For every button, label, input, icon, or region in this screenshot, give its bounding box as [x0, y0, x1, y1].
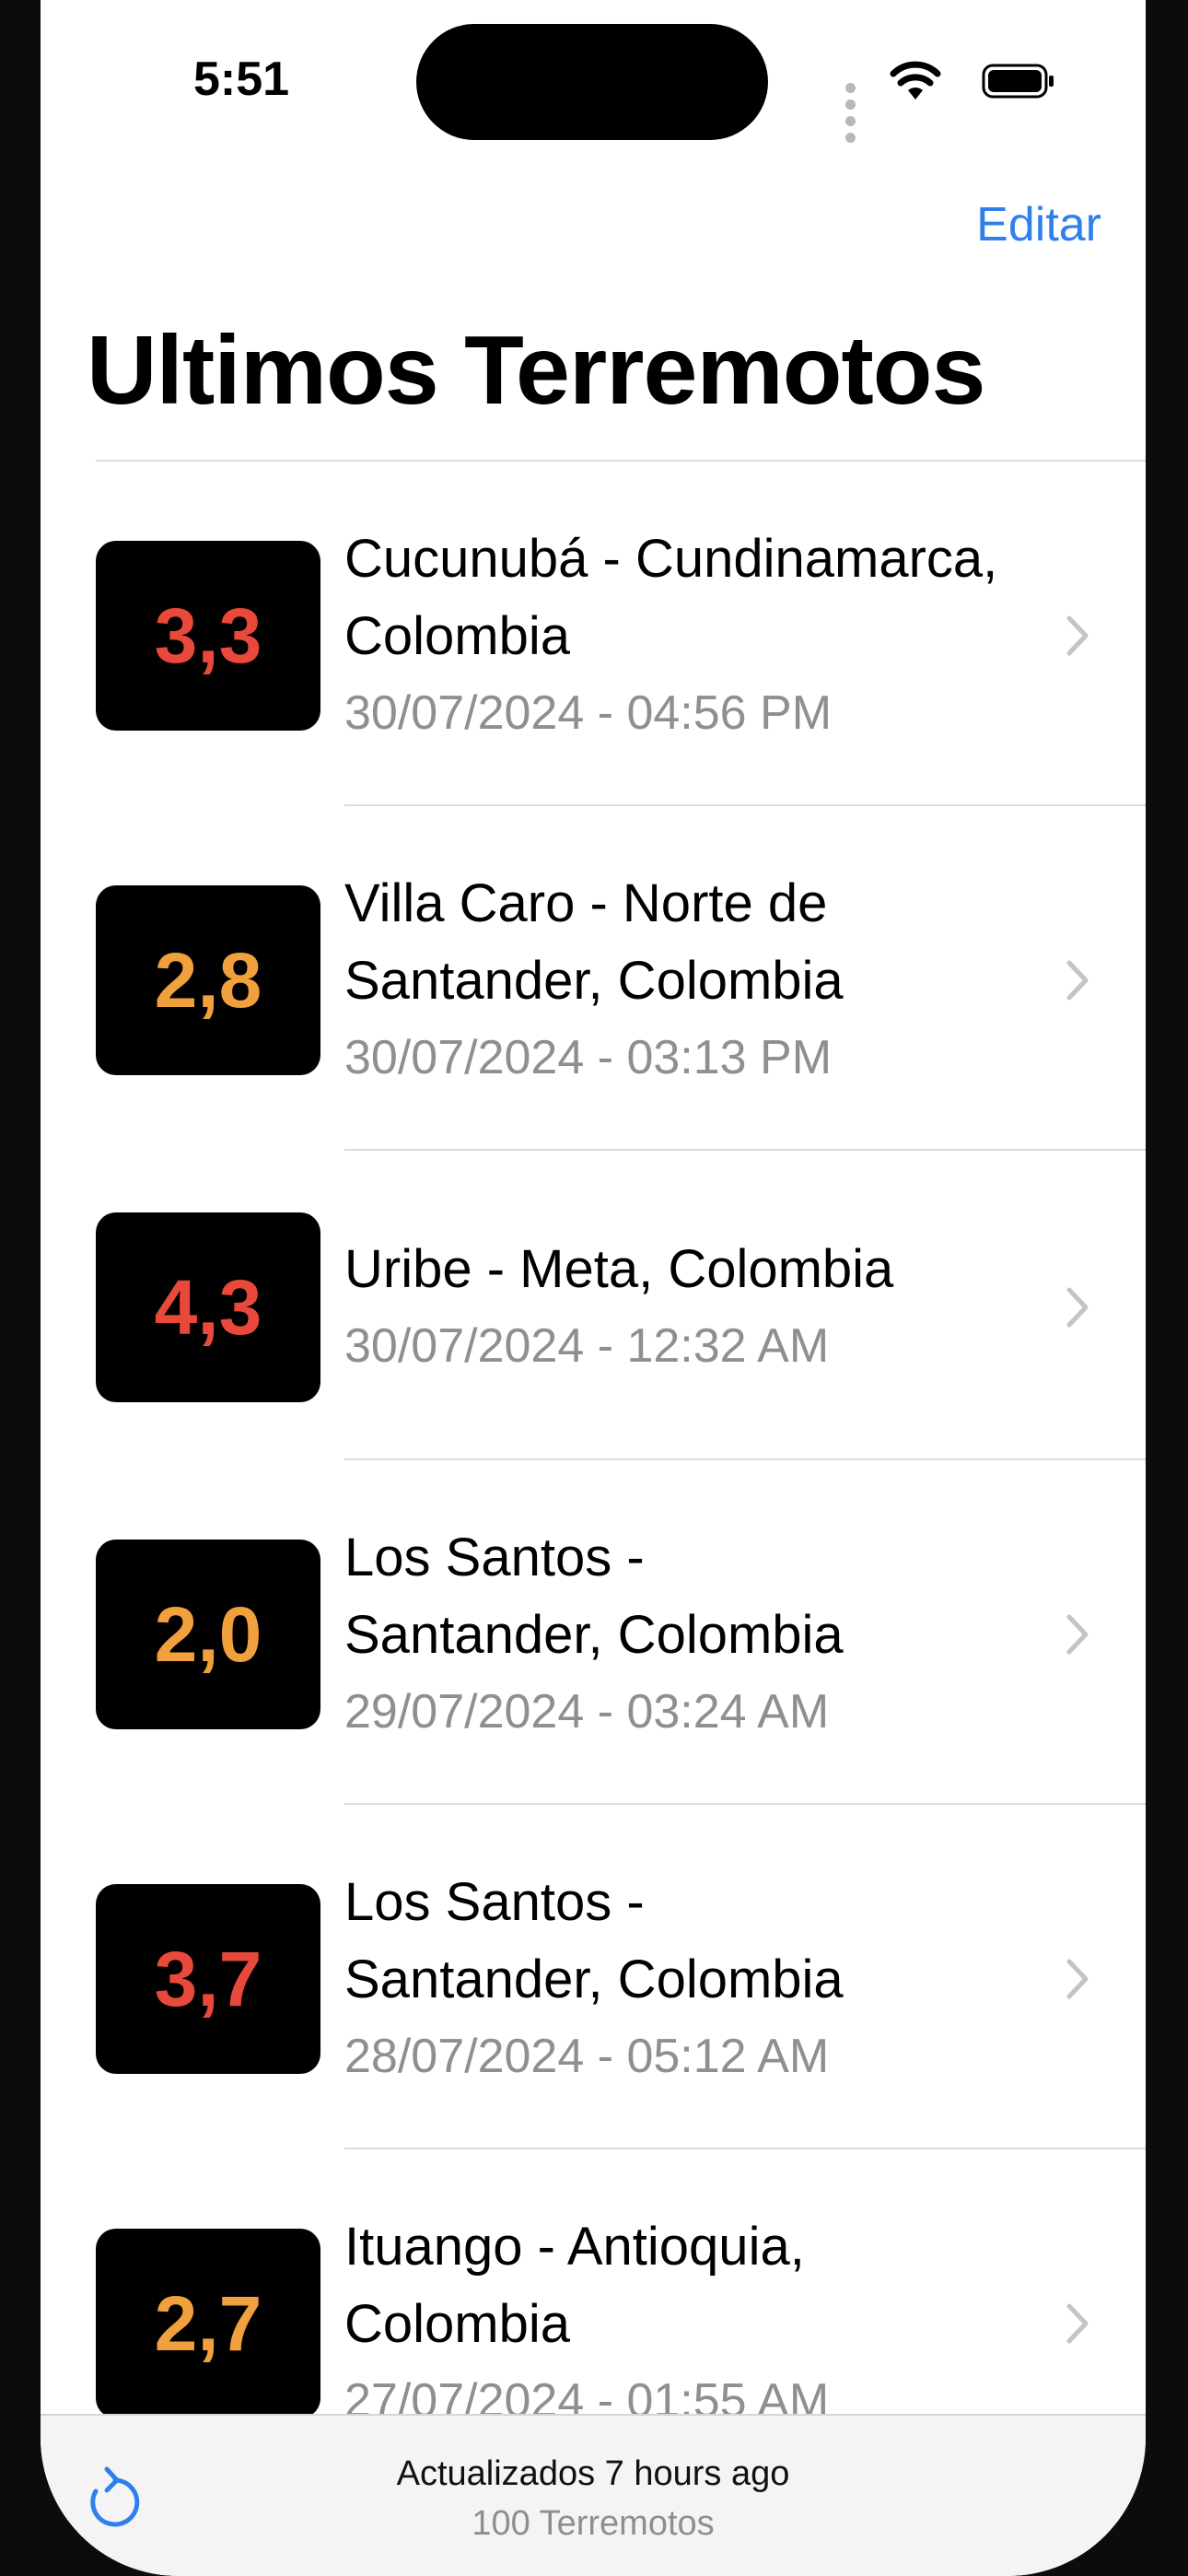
chevron-right-icon [1066, 1614, 1089, 1655]
magnitude-value: 3,7 [154, 1935, 262, 2022]
earthquake-details: Los Santos - Santander, Colombia 29/07/202… [344, 1519, 1035, 1750]
earthquake-location: Cucunubá - Cundinamarca, [344, 529, 998, 589]
magnitude-value: 2,7 [154, 2279, 262, 2367]
earthquake-details: Uribe - Meta, Colombia 30/07/2024 - 12:32… [344, 1231, 1035, 1384]
earthquake-date: 30/07/2024 - 12:32 AM [344, 1319, 830, 1373]
bottom-toolbar: Actualizados 7 hours ago 100 Terremotos [41, 2414, 1146, 2576]
magnitude-badge: 3,7 [96, 1884, 320, 2074]
dynamic-island [416, 24, 768, 140]
earthquake-location: Santander, Colombia [344, 1605, 844, 1665]
magnitude-badge: 2,0 [96, 1540, 320, 1729]
chevron-right-icon [1066, 960, 1089, 1001]
chevron-right-icon [1066, 2303, 1089, 2344]
wifi-icon [890, 61, 941, 100]
device-frame: 5:51 Editar Ultimos Terremotos 3,3 Cucun… [0, 0, 1188, 2576]
magnitude-value: 4,3 [154, 1263, 262, 1351]
earthquake-date: 28/07/2024 - 05:12 AM [344, 2030, 830, 2083]
chevron-right-icon [1066, 1287, 1089, 1328]
chevron-right-icon [1066, 1959, 1089, 1999]
earthquake-location: Santander, Colombia [344, 1950, 844, 2009]
earthquake-count: 100 Terremotos [472, 2504, 715, 2543]
earthquake-row[interactable]: 3,3 Cucunubá - Cundinamarca, Colombia 30/07… [41, 462, 1146, 806]
earthquake-row[interactable]: 4,3 Uribe - Meta, Colombia 30/07/2024 - 12… [41, 1151, 1146, 1460]
updated-status: Actualizados 7 hours ago [396, 2454, 790, 2493]
earthquake-list: 3,3 Cucunubá - Cundinamarca, Colombia 30/07… [41, 462, 1146, 2494]
magnitude-badge: 4,3 [96, 1212, 320, 1402]
magnitude-badge: 2,7 [96, 2229, 320, 2418]
magnitude-value: 3,3 [154, 591, 262, 679]
earthquake-row[interactable]: 2,0 Los Santos - Santander, Colombia 29/07/… [41, 1460, 1146, 1805]
earthquake-details: Los Santos - Santander, Colombia 28/07/202… [344, 1864, 1035, 2094]
edit-button[interactable]: Editar [976, 197, 1101, 252]
earthquake-row[interactable]: 3,7 Los Santos - Santander, Colombia 28/07/… [41, 1805, 1146, 2149]
earthquake-details: Villa Caro - Norte de Santander, Colombia… [344, 865, 1035, 1095]
magnitude-badge: 2,8 [96, 885, 320, 1075]
earthquake-details: Cucunubá - Cundinamarca, Colombia 30/07/20… [344, 521, 1035, 751]
page-title: Ultimos Terremotos [87, 316, 985, 425]
earthquake-row[interactable]: 2,8 Villa Caro - Norte de Santander, Colom… [41, 806, 1146, 1151]
magnitude-value: 2,0 [154, 1590, 262, 1678]
earthquake-details: Ituango - Antioquia, Colombia 27/07/2024 -… [344, 2208, 1035, 2439]
status-time: 5:51 [193, 53, 290, 106]
earthquake-location: Villa Caro - Norte de [344, 873, 828, 933]
earthquake-location: Los Santos - [344, 1528, 645, 1587]
earthquake-location: Uribe - Meta, Colombia [344, 1239, 894, 1299]
earthquake-date: 30/07/2024 - 04:56 PM [344, 686, 833, 740]
magnitude-badge: 3,3 [96, 541, 320, 731]
earthquake-location: Colombia [344, 2294, 570, 2354]
earthquake-date: 30/07/2024 - 03:13 PM [344, 1031, 833, 1084]
earthquake-location: Ituango - Antioquia, [344, 2217, 805, 2277]
earthquake-location: Los Santos - [344, 1872, 645, 1932]
earthquake-date: 29/07/2024 - 03:24 AM [344, 1685, 830, 1739]
battery-icon [982, 64, 1054, 99]
screen: 5:51 Editar Ultimos Terremotos 3,3 Cucun… [41, 0, 1146, 2576]
earthquake-location: Colombia [344, 606, 570, 666]
magnitude-value: 2,8 [154, 936, 262, 1024]
cellular-signal-icon [845, 81, 860, 147]
status-bar: 5:51 [41, 0, 1146, 166]
earthquake-location: Santander, Colombia [344, 951, 844, 1011]
chevron-right-icon [1066, 615, 1089, 656]
